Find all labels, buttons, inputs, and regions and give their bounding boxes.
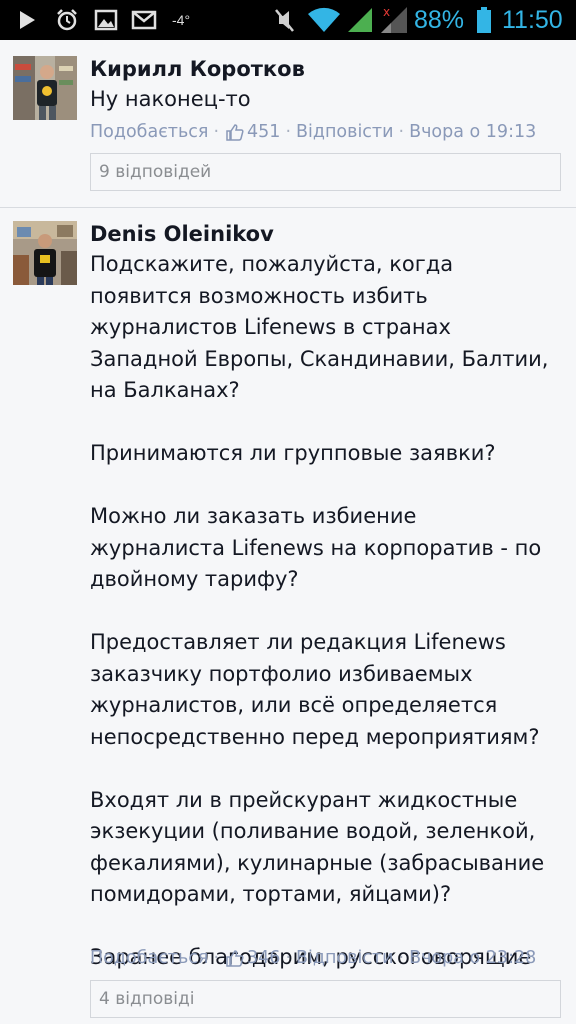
wifi-icon: [304, 0, 344, 40]
svg-text:x: x: [383, 5, 390, 19]
reply-button[interactable]: Відповісти: [296, 948, 393, 968]
comment-timestamp[interactable]: Вчора о 19:13: [409, 122, 536, 142]
mail-icon: [130, 0, 158, 40]
separator: ·: [213, 122, 220, 142]
avatar[interactable]: [13, 56, 77, 120]
comment-meta: Подобається · 346 · Відповісти · Вчора о…: [90, 946, 536, 970]
divider: [0, 207, 576, 208]
comment-meta: Подобається · 451 · Відповісти · Вчора о…: [90, 120, 536, 144]
picture-icon: [92, 0, 120, 40]
comment-author[interactable]: Кирилл Коротков: [90, 57, 305, 81]
reply-button[interactable]: Відповісти: [296, 122, 393, 142]
temperature-text: -4°: [172, 12, 191, 28]
separator: ·: [285, 122, 292, 142]
clock: 11:50: [502, 6, 563, 34]
mute-icon: [270, 0, 298, 40]
view-replies-button[interactable]: 4 відповіді: [90, 980, 561, 1018]
thumbs-up-icon: [226, 949, 244, 967]
alarm-icon: [54, 0, 80, 40]
avatar[interactable]: [13, 221, 77, 285]
like-count[interactable]: 346: [247, 948, 280, 968]
signal-icon: [345, 0, 375, 40]
separator: ·: [398, 122, 405, 142]
comment-text: Ну наконец-то: [90, 87, 251, 111]
battery-icon: [474, 0, 494, 40]
thumbs-up-icon: [226, 123, 244, 141]
like-button[interactable]: Подобається: [90, 122, 208, 142]
battery-percent: 88%: [414, 6, 465, 34]
like-count[interactable]: 451: [247, 122, 280, 142]
separator: ·: [285, 948, 292, 968]
comment-author[interactable]: Denis Oleinikov: [90, 222, 274, 246]
comment-timestamp[interactable]: Вчора о 23:28: [409, 948, 536, 968]
play-icon: [14, 0, 40, 40]
separator: ·: [213, 948, 220, 968]
like-button[interactable]: Подобається: [90, 948, 208, 968]
comment-text: Подскажите, пожалуйста, когда появится в…: [90, 252, 549, 1001]
status-bar: -4° x 88% 11:50: [0, 0, 576, 40]
signal-icon-2: x: [378, 0, 410, 40]
separator: ·: [398, 948, 405, 968]
view-replies-button[interactable]: 9 відповідей: [90, 153, 561, 191]
